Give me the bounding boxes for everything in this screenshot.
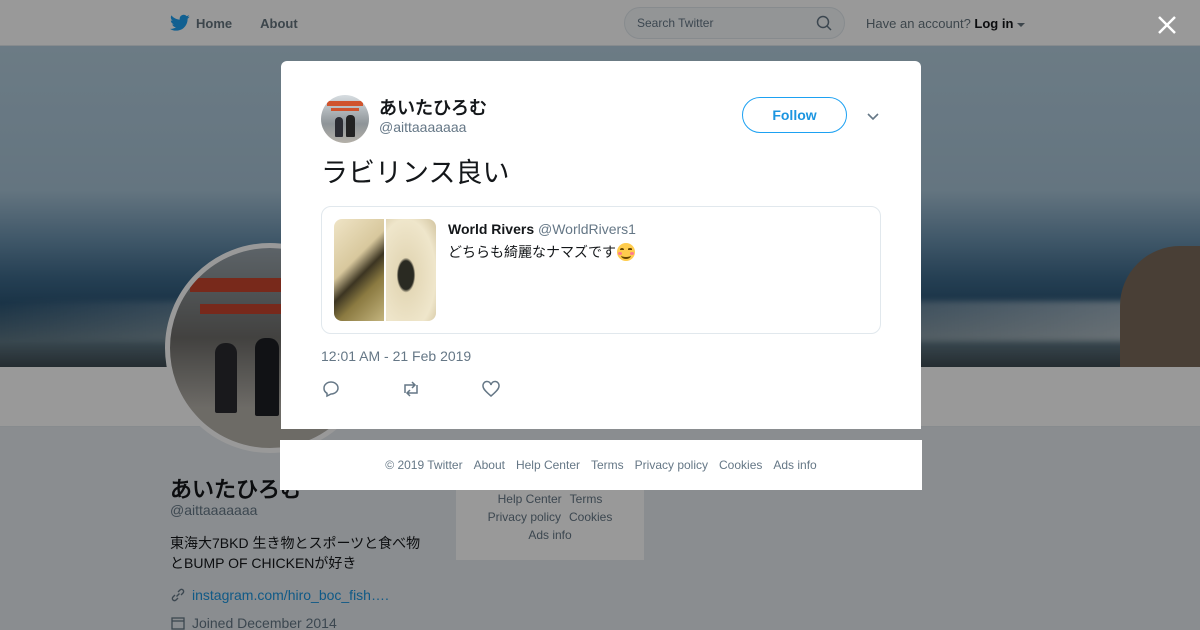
quoted-tweet-media[interactable] [334,219,436,321]
quoted-image-catfish-1 [334,219,384,321]
footer-privacy-link[interactable]: Privacy policy [635,458,708,472]
reply-icon [323,381,339,398]
follow-button[interactable]: Follow [742,97,847,133]
tweet-timestamp[interactable]: 12:01 AM - 21 Feb 2019 [321,348,471,364]
close-icon[interactable] [1156,14,1178,36]
tweet-author-avatar[interactable] [321,95,369,143]
footer-copyright: © 2019 Twitter [385,458,463,472]
smiling-face-emoji-icon [617,243,635,261]
retweet-button[interactable] [401,379,481,399]
tweet-avatar-torii [327,101,363,106]
quoted-author-name: World Rivers [448,221,535,237]
tweet-avatar-person-right [346,115,355,137]
heart-icon [482,380,500,397]
tweet-modal: あいたひろむ @aittaaaaaaa Follow ラビリンス良い World… [281,61,921,429]
footer-ads-link[interactable]: Ads info [773,458,816,472]
chevron-down-icon[interactable] [865,108,881,124]
tweet-text: ラビリンス良い [321,158,510,188]
quoted-image-catfish-2 [386,219,436,321]
footer-cookies-link[interactable]: Cookies [719,458,762,472]
retweet-icon [404,381,418,397]
quoted-tweet-text: どちらも綺麗なナマズです [448,244,616,260]
tweet-avatar-torii-lower [331,108,359,111]
reply-button[interactable] [321,379,401,399]
footer-about-link[interactable]: About [474,458,505,472]
tweet-actions [321,379,561,399]
tweet-author-handle[interactable]: @aittaaaaaaa [379,119,466,135]
footer-terms-link[interactable]: Terms [591,458,624,472]
quoted-tweet[interactable]: World Rivers @WorldRivers1 どちらも綺麗なナマズです [321,206,881,334]
tweet-author-name[interactable]: あいたひろむ [379,94,487,120]
quoted-tweet-body: どちらも綺麗なナマズです [448,242,635,262]
quoted-author-handle: @WorldRivers1 [538,221,636,237]
like-button[interactable] [481,379,561,399]
tweet-avatar-person-left [335,117,343,137]
modal-footer: © 2019 Twitter About Help Center Terms P… [280,440,922,490]
footer-help-link[interactable]: Help Center [516,458,580,472]
